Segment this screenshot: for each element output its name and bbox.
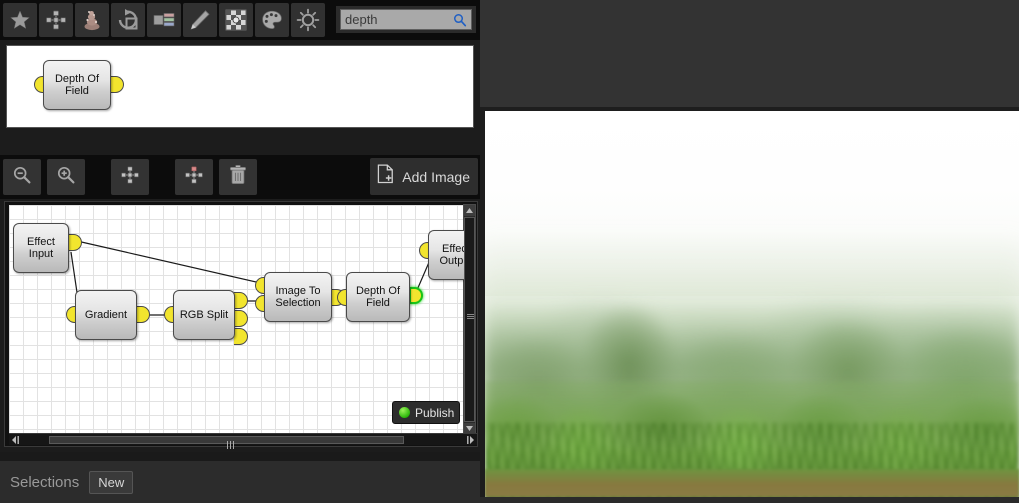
node-graph-icon xyxy=(44,8,68,32)
layers-icon xyxy=(152,8,176,32)
main-toolbar: depth xyxy=(0,0,480,40)
preview-ground-layer xyxy=(485,469,1019,497)
delete-node-button[interactable] xyxy=(175,159,213,195)
wire-input-to-selection xyxy=(76,240,266,285)
trash-icon xyxy=(228,164,248,191)
node-effect-input[interactable]: Effect Input xyxy=(13,223,69,273)
search-container: depth xyxy=(336,6,476,33)
selections-label: Selections xyxy=(10,473,80,491)
preview-bottom-edge xyxy=(480,497,1019,503)
node-rgb-split[interactable]: RGB Split xyxy=(173,290,235,340)
node-depth-of-field[interactable]: Depth Of Field xyxy=(346,272,410,322)
node-image-to-selection[interactable]: Image To Selection xyxy=(264,272,332,322)
app-window: depth Depth Of Field Add Image Effect In… xyxy=(0,0,1019,503)
arrange-nodes-button[interactable] xyxy=(111,159,149,195)
node-image-to-selection-label: Image To Selection xyxy=(275,285,321,309)
scroll-right-arrow[interactable] xyxy=(464,431,474,449)
arrange-nodes-icon xyxy=(119,164,141,191)
node-rgb-split-label: RGB Split xyxy=(179,309,229,321)
node-graph-button[interactable] xyxy=(39,3,73,37)
clone-stamp-icon xyxy=(80,8,104,32)
palette-button[interactable] xyxy=(255,3,289,37)
publish-button[interactable]: Publish xyxy=(392,401,460,424)
search-input-value: depth xyxy=(345,12,378,27)
preview-panel xyxy=(480,0,1019,503)
search-icon[interactable] xyxy=(453,13,467,27)
result-node-output-port[interactable] xyxy=(110,76,124,93)
zoom-in-icon xyxy=(56,165,76,190)
selections-bar: Selections New xyxy=(0,461,480,503)
scroll-grip xyxy=(467,314,474,320)
preview-image[interactable] xyxy=(485,111,1019,497)
vertical-scroll-thumb[interactable] xyxy=(464,217,475,422)
search-results-panel[interactable]: Depth Of Field xyxy=(6,45,474,128)
zoom-out-button[interactable] xyxy=(3,159,41,195)
preview-background-top xyxy=(480,0,1019,107)
pencil-icon xyxy=(188,8,212,32)
clone-stamp-button[interactable] xyxy=(75,3,109,37)
node-effect-input-label: Effect Input xyxy=(27,236,55,260)
delete-node-icon xyxy=(183,164,205,191)
checker-grid-button[interactable] xyxy=(219,3,253,37)
editor-vertical-scrollbar[interactable] xyxy=(463,204,476,435)
layers-button[interactable] xyxy=(147,3,181,37)
brightness-icon xyxy=(296,8,320,32)
node-gradient-label: Gradient xyxy=(84,309,128,321)
result-node-label: Depth Of Field xyxy=(54,73,100,97)
checker-grid-icon xyxy=(224,8,248,32)
h-scroll-grip xyxy=(227,436,236,449)
editor-horizontal-scrollbar[interactable] xyxy=(9,433,477,449)
transform-button[interactable] xyxy=(111,3,145,37)
node-effect-output[interactable]: EffectOutput xyxy=(428,230,464,280)
scroll-up-arrow[interactable] xyxy=(464,205,475,216)
new-selection-button[interactable]: New xyxy=(89,470,134,494)
node-editor-canvas[interactable]: Effect Input Gradient RGB Split Image To… xyxy=(9,205,464,434)
add-image-button[interactable]: Add Image xyxy=(370,158,478,195)
node-effect-output-label: EffectOutput xyxy=(439,243,464,267)
node-editor-toolbar: Add Image xyxy=(0,155,480,199)
transform-icon xyxy=(116,8,140,32)
search-input[interactable]: depth xyxy=(340,9,472,30)
add-image-icon xyxy=(376,164,395,189)
zoom-out-icon xyxy=(12,165,32,190)
favorites-button[interactable] xyxy=(3,3,37,37)
brightness-button[interactable] xyxy=(291,3,325,37)
left-panel: depth Depth Of Field Add Image Effect In… xyxy=(0,0,480,503)
node-gradient[interactable]: Gradient xyxy=(75,290,137,340)
zoom-in-button[interactable] xyxy=(47,159,85,195)
favorites-icon xyxy=(8,8,32,32)
trash-button[interactable] xyxy=(219,159,257,195)
panel-divider xyxy=(0,452,480,461)
publish-status-led xyxy=(399,407,410,418)
add-image-label: Add Image xyxy=(402,168,470,185)
result-node-depth-of-field[interactable]: Depth Of Field xyxy=(43,60,111,110)
pencil-button[interactable] xyxy=(183,3,217,37)
node-depth-of-field-label: Depth Of Field xyxy=(355,285,401,309)
palette-icon xyxy=(260,8,284,32)
publish-label: Publish xyxy=(415,405,455,420)
